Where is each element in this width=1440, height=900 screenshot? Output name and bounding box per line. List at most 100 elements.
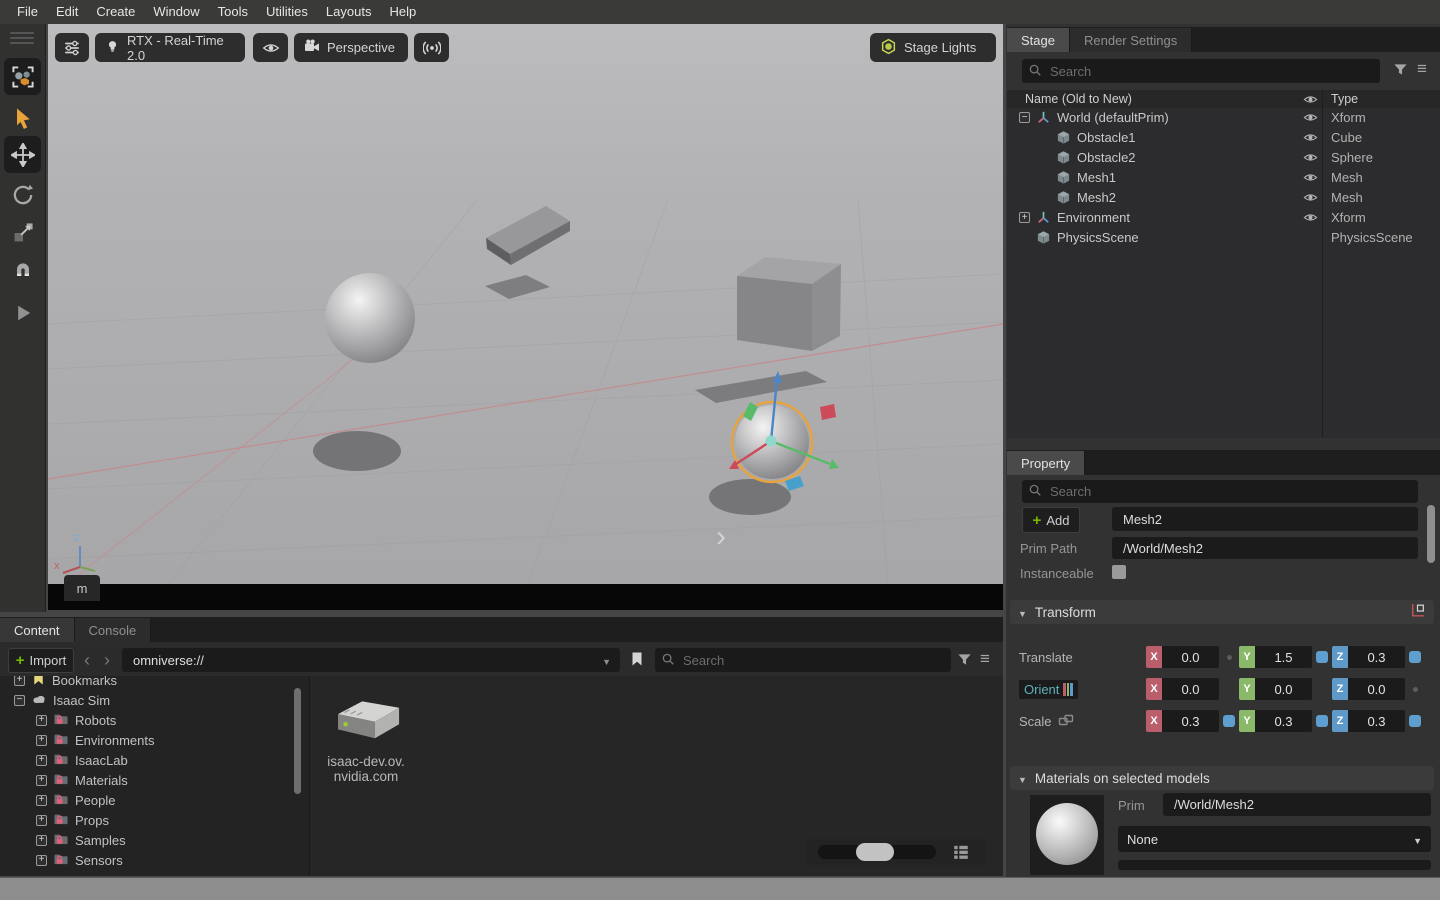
- view-mode-grid-icon[interactable]: [952, 843, 970, 861]
- path-dropdown-icon[interactable]: [602, 653, 611, 668]
- property-search[interactable]: [1022, 480, 1418, 503]
- link-toggle[interactable]: [1312, 710, 1332, 732]
- viewport[interactable]: RTX - Real-Time 2.0 Perspective Stage Li…: [48, 24, 1003, 610]
- expand-toggle[interactable]: [36, 755, 47, 766]
- menu-create[interactable]: Create: [87, 0, 144, 24]
- property-scrollbar[interactable]: [1427, 505, 1435, 563]
- tree-item-people[interactable]: People: [36, 790, 115, 810]
- server-item-isaac-dev[interactable]: isaac-dev.ov. nvidia.com: [318, 695, 414, 784]
- link-toggle[interactable]: [1219, 710, 1239, 732]
- tree-item-robots[interactable]: Robots: [36, 710, 116, 730]
- snap-tool-button[interactable]: [4, 254, 41, 291]
- property-search-input[interactable]: [1048, 483, 1412, 500]
- icon-size-slider-thumb[interactable]: [856, 843, 894, 861]
- visibility-options-button[interactable]: [253, 33, 288, 62]
- orient-x-field[interactable]: 0.0: [1162, 678, 1219, 700]
- stage-lights-selector[interactable]: Stage Lights: [870, 33, 996, 62]
- stage-filter-icon[interactable]: [1393, 62, 1408, 77]
- stage-row-obstacle2[interactable]: Obstacle2 Sphere: [1007, 148, 1440, 168]
- expand-toggle[interactable]: [1019, 212, 1030, 223]
- obstacle-cube[interactable]: [737, 257, 841, 351]
- transform-axes-icon[interactable]: [1409, 602, 1426, 622]
- tab-console[interactable]: Console: [75, 618, 152, 642]
- scale-x-field[interactable]: 0.3: [1162, 710, 1219, 732]
- rotate-tool-button[interactable]: [4, 176, 41, 213]
- stage-search[interactable]: [1022, 59, 1380, 83]
- play-button[interactable]: [4, 294, 41, 331]
- orient-z-field[interactable]: 0.0: [1348, 678, 1405, 700]
- broadcast-button[interactable]: [414, 33, 449, 62]
- materials-section-header[interactable]: Materials on selected models: [1010, 766, 1434, 790]
- units-badge[interactable]: m: [64, 575, 100, 601]
- toolbar-grip[interactable]: [10, 32, 34, 34]
- visibility-eye-icon[interactable]: [1303, 110, 1318, 128]
- link-toggle[interactable]: [1405, 646, 1425, 668]
- tree-item-props[interactable]: Props: [36, 810, 109, 830]
- expand-toggle[interactable]: [36, 775, 47, 786]
- visibility-eye-icon[interactable]: [1303, 190, 1318, 208]
- translate-z-field[interactable]: 0.3: [1348, 646, 1405, 668]
- tree-item-bookmarks[interactable]: Bookmarks: [14, 676, 117, 690]
- orient-y-field[interactable]: 0.0: [1255, 678, 1312, 700]
- expand-toggle[interactable]: [36, 815, 47, 826]
- visibility-eye-icon[interactable]: [1303, 210, 1318, 228]
- collapse-toggle[interactable]: [1019, 112, 1030, 123]
- material-dropdown[interactable]: None: [1118, 826, 1431, 852]
- selection-mode-button[interactable]: [4, 58, 41, 95]
- expand-toggle[interactable]: [36, 715, 47, 726]
- scale-link-icon[interactable]: [1058, 712, 1074, 731]
- obstacle-sphere[interactable]: [325, 273, 415, 363]
- stage-options-icon[interactable]: [1417, 64, 1427, 74]
- expand-toggle[interactable]: [36, 835, 47, 846]
- move-tool-button[interactable]: [4, 136, 41, 173]
- stage-row-environment[interactable]: Environment Xform: [1007, 208, 1440, 228]
- type-column-label[interactable]: Type: [1331, 92, 1358, 106]
- back-button[interactable]: [84, 650, 90, 671]
- link-toggle[interactable]: [1312, 646, 1332, 668]
- menu-help[interactable]: Help: [380, 0, 425, 24]
- obstacle-slab[interactable]: [486, 206, 570, 265]
- stage-row-physicsscene[interactable]: PhysicsScene PhysicsScene: [1007, 228, 1440, 248]
- tree-item-samples[interactable]: Samples: [36, 830, 126, 850]
- expand-toggle[interactable]: [36, 795, 47, 806]
- material-prim-path-field[interactable]: [1163, 793, 1431, 816]
- import-button[interactable]: + Import: [8, 648, 74, 673]
- camera-selector[interactable]: Perspective: [294, 33, 408, 62]
- renderer-selector[interactable]: RTX - Real-Time 2.0: [95, 33, 245, 62]
- select-tool-button[interactable]: [4, 100, 41, 137]
- content-filter-icon[interactable]: [957, 652, 972, 667]
- menu-file[interactable]: File: [8, 0, 47, 24]
- tree-scrollbar[interactable]: [294, 688, 301, 794]
- stage-search-input[interactable]: [1048, 63, 1374, 80]
- viewport-canvas[interactable]: [48, 24, 1003, 584]
- tree-item-isaaclab[interactable]: IsaacLab: [36, 750, 128, 770]
- tab-property[interactable]: Property: [1007, 451, 1085, 475]
- visibility-eye-icon[interactable]: [1303, 150, 1318, 168]
- content-search[interactable]: [655, 648, 951, 672]
- tree-item-sensors[interactable]: Sensors: [36, 850, 123, 870]
- collapse-toggle[interactable]: [14, 695, 25, 706]
- scale-tool-button[interactable]: [4, 214, 41, 251]
- link-toggle[interactable]: [1405, 710, 1425, 732]
- name-column-label[interactable]: Name (Old to New): [1025, 92, 1132, 106]
- tab-content[interactable]: Content: [0, 618, 75, 642]
- expand-toggle[interactable]: [36, 735, 47, 746]
- expand-toggle[interactable]: [36, 855, 47, 866]
- menu-utilities[interactable]: Utilities: [257, 0, 317, 24]
- tab-render-settings[interactable]: Render Settings: [1070, 28, 1192, 52]
- forward-button[interactable]: [104, 650, 110, 671]
- menu-edit[interactable]: Edit: [47, 0, 87, 24]
- stage-row-world[interactable]: World (defaultPrim) Xform: [1007, 108, 1440, 128]
- content-options-icon[interactable]: [980, 654, 990, 664]
- translate-x-field[interactable]: 0.0: [1162, 646, 1219, 668]
- scale-y-field[interactable]: 0.3: [1255, 710, 1312, 732]
- stage-row-mesh2[interactable]: Mesh2 Mesh: [1007, 188, 1440, 208]
- prim-path-field[interactable]: [1112, 537, 1418, 559]
- tree-item-environments[interactable]: Environments: [36, 730, 154, 750]
- tree-item-isaac-sim[interactable]: Isaac Sim: [14, 690, 110, 710]
- bookmark-icon[interactable]: [629, 650, 645, 668]
- instanceable-checkbox[interactable]: [1112, 565, 1126, 579]
- stage-row-obstacle1[interactable]: Obstacle1 Cube: [1007, 128, 1440, 148]
- stage-row-mesh1[interactable]: Mesh1 Mesh: [1007, 168, 1440, 188]
- expand-toggle[interactable]: [14, 676, 25, 686]
